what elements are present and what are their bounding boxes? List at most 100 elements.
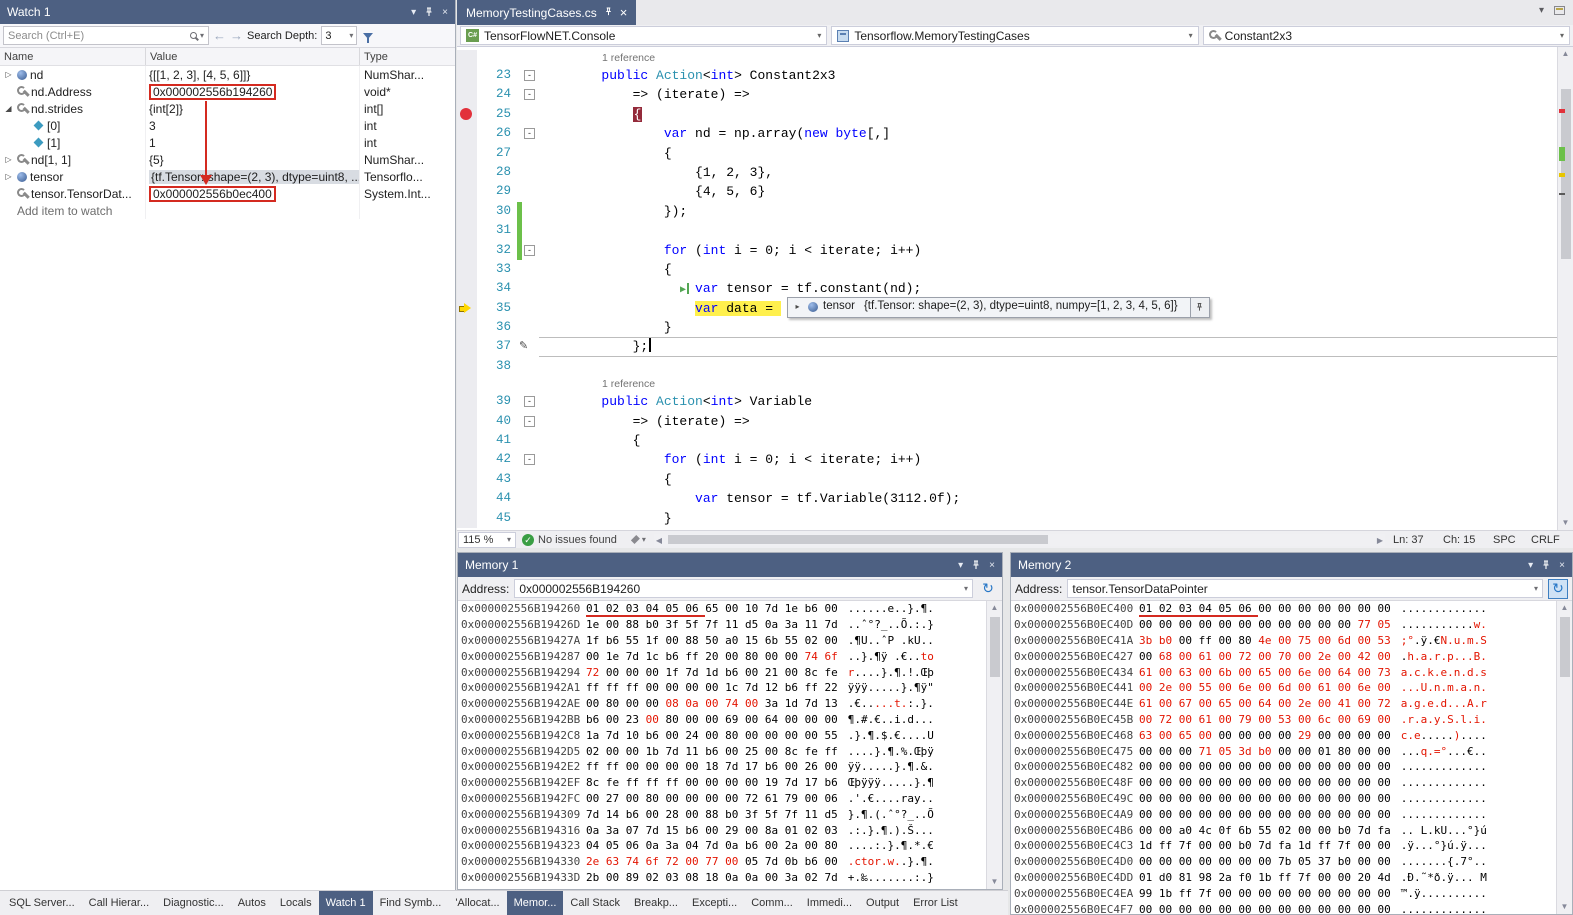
hex-byte[interactable]: ff [586, 760, 606, 773]
scroll-up-icon[interactable]: ▲ [987, 601, 1002, 615]
hex-byte[interactable]: 00 [1219, 839, 1239, 852]
hex-byte[interactable]: 00 [745, 776, 765, 789]
hex-byte[interactable]: 00 [1219, 634, 1239, 647]
memory-row[interactable]: 0x000002556B0EC49C00 00 00 00 00 00 00 0… [1011, 791, 1556, 807]
glyph-margin[interactable] [457, 66, 477, 85]
collapse-icon[interactable]: - [524, 396, 535, 407]
hex-byte[interactable]: 00 [1318, 760, 1338, 773]
hex-byte[interactable]: 00 [1298, 903, 1318, 914]
hex-byte[interactable]: ff [626, 681, 646, 694]
hex-byte[interactable]: 6d [1278, 681, 1298, 694]
hex-byte[interactable]: 00 [1358, 729, 1378, 742]
hex-byte[interactable]: 00 [1199, 839, 1219, 852]
memory-row[interactable]: 0x000002556B1942EF8c fe ff ff ff 00 00 0… [458, 775, 986, 791]
hex-byte[interactable]: 7d [1358, 824, 1378, 837]
hex-byte[interactable]: 79 [1238, 713, 1258, 726]
hex-byte[interactable]: 00 [1159, 618, 1179, 631]
hex-byte[interactable]: 00 [1318, 808, 1338, 821]
hex-byte[interactable]: 02 [1278, 824, 1298, 837]
hex-byte[interactable]: 00 [725, 776, 745, 789]
hex-byte[interactable]: 00 [825, 713, 838, 726]
hex-byte[interactable]: 80 [606, 697, 626, 710]
hex-byte[interactable]: 3a [785, 618, 805, 631]
hex-byte[interactable]: ff [606, 760, 626, 773]
hex-byte[interactable]: 27 [606, 792, 626, 805]
hex-byte[interactable]: 11 [805, 618, 825, 631]
hex-byte[interactable]: 02 [805, 824, 825, 837]
watch-titlebar[interactable]: Watch 1 ▾ × [0, 0, 455, 24]
hex-byte[interactable]: 00 [1358, 839, 1378, 852]
hex-byte[interactable]: 3a [666, 839, 686, 852]
hex-byte[interactable]: 64 [1338, 666, 1358, 679]
expander-icon[interactable]: ▷ [3, 155, 14, 164]
hex-byte[interactable]: 00 [1258, 618, 1278, 631]
hex-byte[interactable]: 00 [1378, 887, 1391, 900]
hex-byte[interactable]: 00 [705, 697, 725, 710]
glyph-margin[interactable] [457, 241, 477, 260]
hex-byte[interactable]: 98 [1199, 871, 1219, 884]
hex-byte[interactable]: 7f [785, 808, 805, 821]
memory-row[interactable]: 0x000002556B1942E2ff ff 00 00 00 00 18 7… [458, 759, 986, 775]
hex-byte[interactable]: 00 [1358, 745, 1378, 758]
watch-value[interactable]: {[[1, 2, 3], [4, 5, 6]]} [149, 68, 250, 82]
hex-byte[interactable]: 00 [606, 745, 626, 758]
hex-byte[interactable]: 00 [1298, 824, 1318, 837]
hex-byte[interactable]: 1f [666, 666, 686, 679]
hex-byte[interactable]: 61 [765, 792, 785, 805]
hex-byte[interactable]: 07 [626, 824, 646, 837]
hex-byte[interactable]: 68 [1159, 650, 1179, 663]
hex-byte[interactable]: 5f [765, 808, 785, 821]
code-line[interactable]: 36 } [457, 318, 1557, 337]
memory-row[interactable]: 0x000002556B0EC42700 68 00 61 00 72 00 7… [1011, 648, 1556, 664]
hex-byte[interactable]: fe [805, 745, 825, 758]
column-header-type[interactable]: Type [360, 48, 455, 65]
hex-byte[interactable]: 00 [1139, 903, 1159, 914]
hex-byte[interactable]: 04 [1199, 602, 1219, 617]
hex-byte[interactable]: 00 [1258, 713, 1278, 726]
scrollbar-thumb[interactable] [1560, 617, 1570, 677]
hex-byte[interactable]: 03 [626, 602, 646, 617]
hex-byte[interactable]: 12 [765, 681, 785, 694]
watch-row[interactable]: ▷nd[1, 1]{5}NumShar... [0, 151, 455, 168]
bottom-tab-diagnostic[interactable]: Diagnostic... [156, 891, 231, 915]
search-previous-icon[interactable]: ← [213, 29, 226, 42]
hex-byte[interactable]: 20 [1358, 871, 1378, 884]
hex-byte[interactable]: 00 [1298, 792, 1318, 805]
code-line[interactable]: 28 {1, 2, 3}, [457, 163, 1557, 182]
hex-byte[interactable]: 00 [1298, 681, 1318, 694]
hex-byte[interactable]: 0a [646, 839, 666, 852]
glyph-margin[interactable] [457, 202, 477, 221]
hex-byte[interactable]: 77 [1358, 618, 1378, 631]
hex-byte[interactable]: 00 [1278, 887, 1298, 900]
hex-byte[interactable]: 3a [765, 697, 785, 710]
memory-row[interactable]: 0x000002556B0EC4F700 00 00 00 00 00 00 0… [1011, 901, 1556, 914]
hex-byte[interactable]: 00 [1199, 729, 1219, 742]
hex-byte[interactable]: 00 [1338, 729, 1358, 742]
hex-byte[interactable]: 7d [666, 745, 686, 758]
hex-byte[interactable]: 80 [745, 650, 765, 663]
hex-byte[interactable]: 00 [1298, 808, 1318, 821]
hex-byte[interactable]: fa [1278, 839, 1298, 852]
hex-byte[interactable]: 05 [745, 855, 765, 868]
glyph-margin[interactable] [457, 279, 477, 298]
hex-byte[interactable]: 72 [1378, 697, 1391, 710]
hex-byte[interactable]: ff [1159, 839, 1179, 852]
hex-byte[interactable]: 00 [1338, 792, 1358, 805]
hex-byte[interactable]: ff [825, 745, 838, 758]
hex-byte[interactable]: 04 [646, 602, 666, 617]
hex-byte[interactable]: b0 [1258, 745, 1278, 758]
hex-byte[interactable]: ff [586, 681, 606, 694]
hex-byte[interactable]: 05 [606, 839, 626, 852]
window-position-chevron-icon[interactable]: ▾ [958, 560, 963, 571]
hex-byte[interactable]: 50 [705, 634, 725, 647]
hex-byte[interactable]: 00 [1139, 792, 1159, 805]
hex-byte[interactable]: 00 [1219, 776, 1239, 789]
hex-byte[interactable]: 00 [1278, 697, 1298, 710]
hex-byte[interactable]: 00 [1139, 776, 1159, 789]
hex-byte[interactable]: 00 [1318, 903, 1338, 914]
watch-row[interactable]: tensor.TensorDat...0x000002556b0ec400Sys… [0, 185, 455, 202]
hex-byte[interactable]: 70 [1278, 650, 1298, 663]
document-list-chevron-icon[interactable]: ▾ [1539, 5, 1544, 16]
hex-byte[interactable]: 6c [1318, 713, 1338, 726]
hex-byte[interactable]: 72 [1159, 713, 1179, 726]
